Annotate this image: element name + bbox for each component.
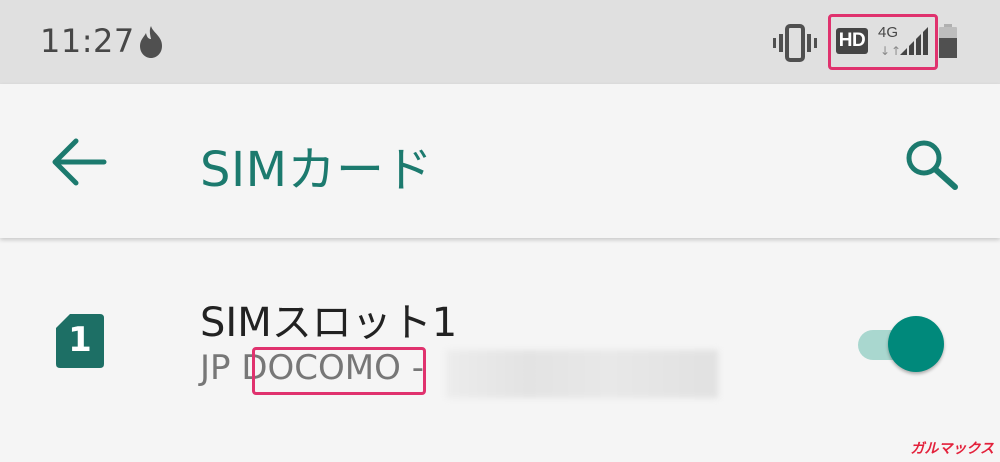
redacted-number bbox=[446, 350, 718, 398]
page-title: SIMカード bbox=[200, 142, 434, 198]
sim-card-icon: 1 bbox=[56, 314, 104, 368]
app-bar: SIMカード bbox=[0, 84, 1000, 238]
country-code: JP bbox=[200, 348, 242, 388]
network-highlight bbox=[828, 14, 938, 70]
battery-icon bbox=[939, 24, 957, 58]
toggle-thumb bbox=[888, 316, 944, 372]
sim-slot-title: SIMスロット1 bbox=[200, 300, 458, 346]
fire-icon bbox=[140, 26, 162, 58]
status-bar: 11:27 HD 4G ↓↑ bbox=[0, 0, 1000, 84]
search-icon[interactable] bbox=[898, 134, 966, 194]
clock: 11:27 bbox=[40, 22, 135, 60]
back-arrow-icon[interactable] bbox=[46, 134, 110, 190]
sim-slot-toggle[interactable] bbox=[856, 316, 948, 372]
sim-slot-number: 1 bbox=[68, 320, 92, 360]
carrier-highlight bbox=[252, 347, 426, 395]
vibrate-icon bbox=[773, 24, 817, 62]
watermark: ガルマックス bbox=[910, 441, 994, 457]
